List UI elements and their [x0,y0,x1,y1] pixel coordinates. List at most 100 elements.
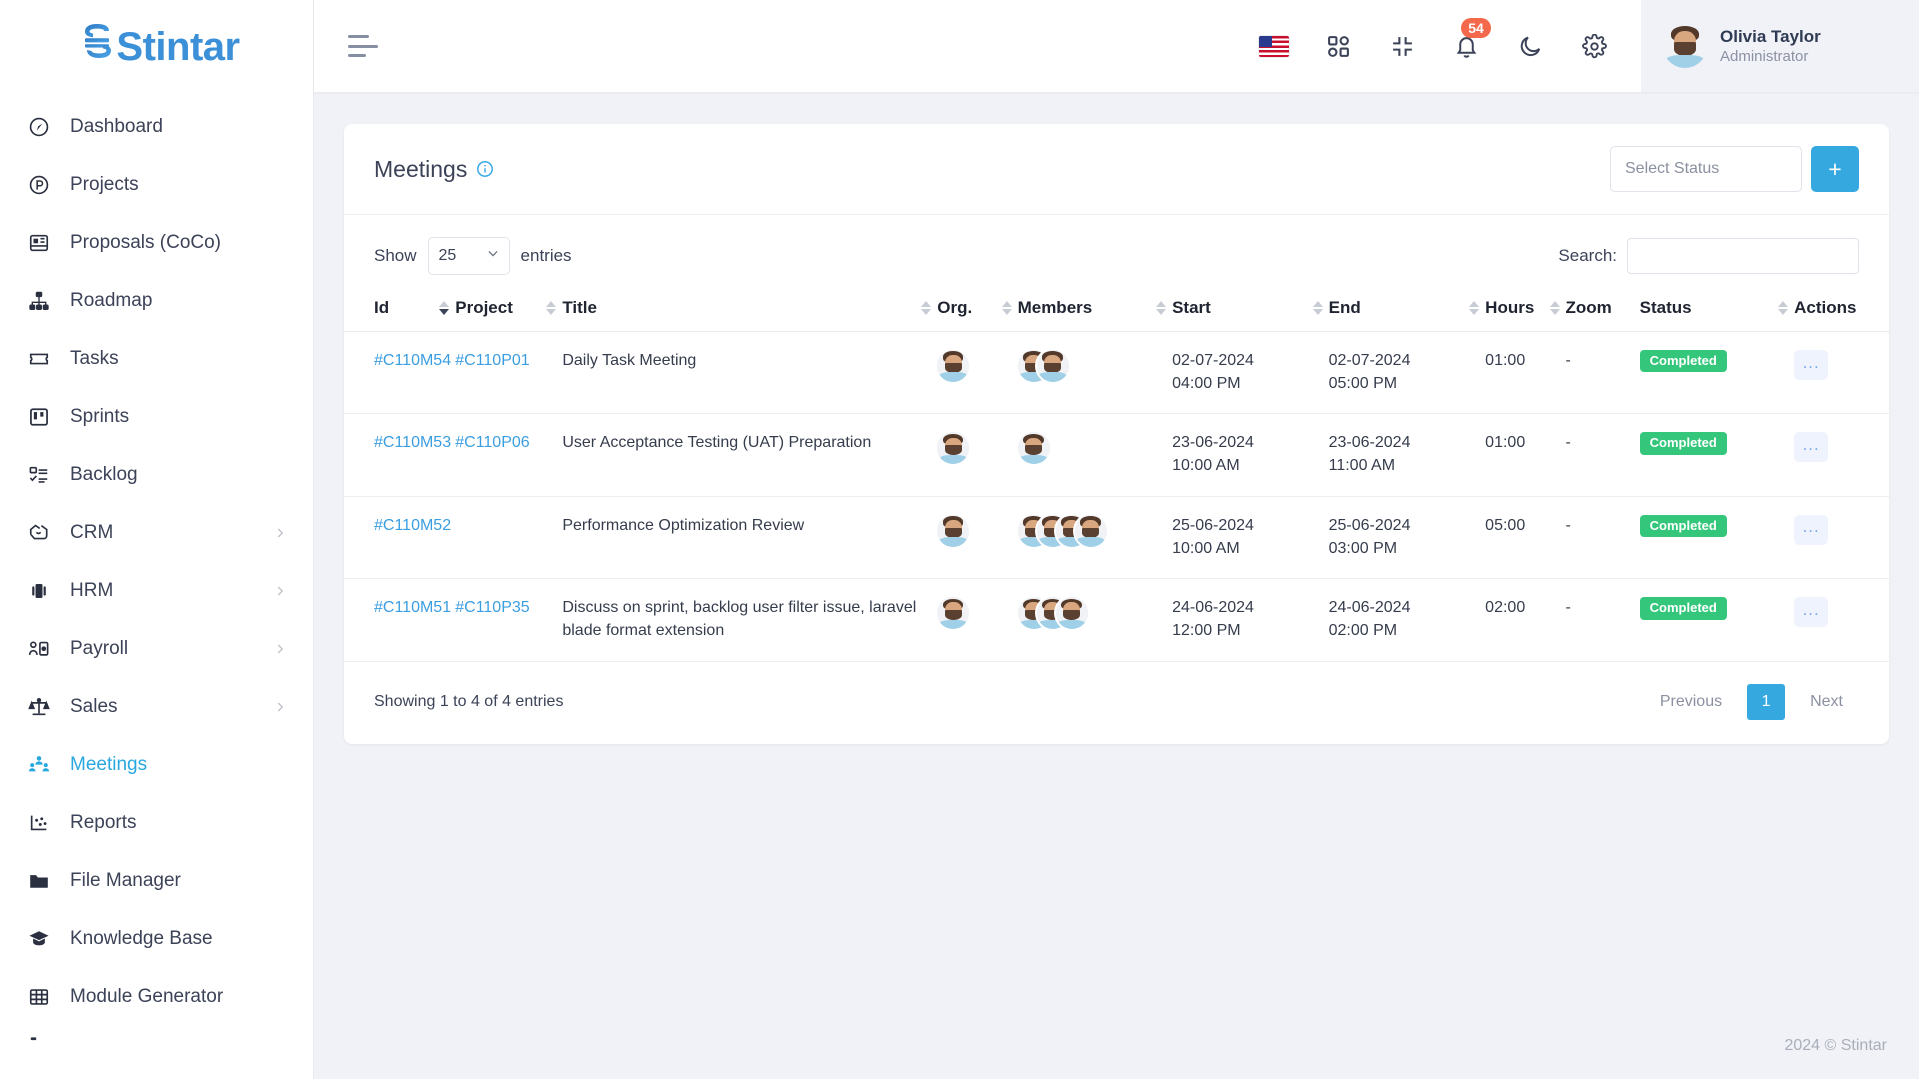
org-avatars [937,432,1011,465]
sidebar-item-sales[interactable]: Sales [0,678,313,736]
status-filter-select[interactable]: Select Status [1610,146,1802,192]
gear-icon[interactable] [1577,29,1611,63]
sidebar-item-proposals[interactable]: Proposals (CoCo) [0,214,313,272]
col-id[interactable]: Id [344,285,456,332]
avatar[interactable] [937,432,970,465]
col-label: Hours [1485,298,1535,317]
bell-icon[interactable]: 54 [1449,18,1491,63]
chevron-right-icon [273,526,287,540]
col-label: Zoom [1565,298,1612,317]
project-id-link[interactable]: #C110P06 [455,434,529,451]
chevron-down-icon [486,247,500,266]
col-end[interactable]: End [1328,285,1486,332]
sidebar-item-partial[interactable] [0,1026,313,1056]
sort-icon [1001,301,1012,315]
avatar[interactable] [1017,432,1050,465]
scatter-chart-icon [26,810,52,836]
card-header-actions: Select Status + [1610,146,1859,192]
sidebar-item-module-generator[interactable]: Module Generator [0,968,313,1026]
compress-icon[interactable] [1385,29,1419,63]
search-input[interactable] [1627,238,1859,274]
sidebar-item-tasks[interactable]: Tasks [0,330,313,388]
row-actions-button[interactable]: ... [1794,597,1829,628]
folder-icon [26,868,52,894]
cell-end: 02-07-2024 05:00 PM [1328,331,1486,415]
cell-id: #C110M53 [344,413,456,497]
cell-org [937,496,1018,580]
cell-zoom: - [1565,331,1640,415]
moon-icon[interactable] [1513,29,1547,63]
col-members[interactable]: Members [1017,285,1173,332]
pagination-previous[interactable]: Previous [1644,684,1738,720]
id-card-icon [26,578,52,604]
apps-grid-icon[interactable] [1321,29,1355,63]
sidebar-item-label: Payroll [70,638,129,659]
sidebar-item-dashboard[interactable]: Dashboard [0,98,313,156]
entries-per-page-select[interactable]: 25 [427,237,510,275]
avatar[interactable] [1074,514,1107,547]
page-footer: 2024 © Stintar [314,1013,1919,1079]
us-flag-icon[interactable] [1257,29,1291,63]
col-hours[interactable]: Hours [1485,285,1566,332]
avatar[interactable] [937,350,970,382]
col-project[interactable]: Project [455,285,563,332]
grid-table-icon [26,984,52,1010]
row-actions-button[interactable]: ... [1794,432,1829,463]
kanban-icon [26,404,52,430]
sidebar-item-roadmap[interactable]: Roadmap [0,272,313,330]
avatar[interactable] [937,597,970,630]
cell-id: #C110M52 [344,496,456,580]
sidebar-item-meetings[interactable]: Meetings [0,736,313,794]
avatar[interactable] [937,514,970,547]
pagination-page-1[interactable]: 1 [1747,683,1786,720]
sidebar-item-payroll[interactable]: Payroll [0,620,313,678]
cell-start: 24-06-2024 12:00 PM [1172,578,1329,662]
avatar[interactable] [1036,350,1069,382]
meeting-id-link[interactable]: #C110M52 [374,517,451,534]
cell-members [1017,413,1173,497]
add-meeting-button[interactable]: + [1811,146,1859,192]
cell-status: Completed [1639,331,1795,415]
sidebar-item-label: HRM [70,580,114,601]
user-profile-menu[interactable]: Olivia Taylor Administrator [1641,0,1919,92]
sidebar-item-projects[interactable]: Projects [0,156,313,214]
project-id-link[interactable]: #C110P35 [455,599,529,616]
sidebar-item-file-manager[interactable]: File Manager [0,852,313,910]
sidebar: Stintar Dashboard Projects Proposals (Co… [0,0,314,1079]
sidebar-item-hrm[interactable]: HRM [0,562,313,620]
meeting-id-link[interactable]: #C110M53 [374,434,451,451]
sidebar-item-reports[interactable]: Reports [0,794,313,852]
sidebar-item-crm[interactable]: CRM [0,504,313,562]
layout-panel-icon [26,230,52,256]
col-label: Project [455,298,513,317]
start-date: 02-07-2024 [1172,352,1254,369]
row-actions-button[interactable]: ... [1794,514,1829,545]
cell-title: Performance Optimization Review [562,496,938,580]
col-status[interactable]: Status [1639,285,1795,332]
col-title[interactable]: Title [562,285,938,332]
info-circle-icon[interactable] [476,160,494,178]
meeting-id-link[interactable]: #C110M54 [374,352,451,369]
meeting-id-link[interactable]: #C110M51 [374,599,451,616]
col-org[interactable]: Org. [937,285,1018,332]
sidebar-item-backlog[interactable]: Backlog [0,446,313,504]
cell-status: Completed [1639,413,1795,497]
pagination-next[interactable]: Next [1794,684,1859,720]
sidebar-item-knowledge-base[interactable]: Knowledge Base [0,910,313,968]
sidebar-item-sprints[interactable]: Sprints [0,388,313,446]
col-label: Members [1017,298,1093,317]
cell-id: #C110M51 [344,578,456,662]
end-date: 25-06-2024 [1328,516,1411,534]
avatar[interactable] [1055,597,1088,630]
sort-icon [1469,301,1480,315]
hamburger-icon[interactable] [348,35,378,57]
col-label: Start [1172,298,1211,317]
sidebar-item-label: Proposals (CoCo) [70,232,221,253]
brand-logo[interactable]: Stintar [0,0,313,92]
cell-org [937,413,1018,497]
status-badge: Completed [1639,514,1727,538]
col-start[interactable]: Start [1172,285,1329,332]
project-id-link[interactable]: #C110P01 [455,352,529,369]
row-actions-button[interactable]: ... [1794,350,1829,380]
card-header: Meetings Select Status + [344,124,1889,215]
